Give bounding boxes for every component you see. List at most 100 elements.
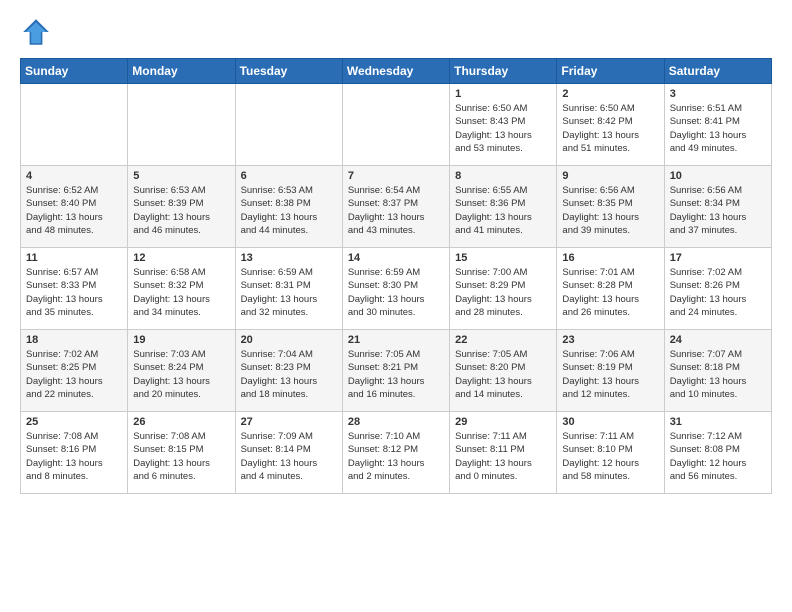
day-number: 16 xyxy=(562,252,658,264)
page: SundayMondayTuesdayWednesdayThursdayFrid… xyxy=(0,0,792,612)
day-number: 20 xyxy=(241,334,337,346)
day-info: Sunrise: 7:02 AM Sunset: 8:25 PM Dayligh… xyxy=(26,348,122,401)
calendar-table: SundayMondayTuesdayWednesdayThursdayFrid… xyxy=(20,58,772,494)
day-number: 24 xyxy=(670,334,766,346)
calendar-cell: 26 Sunrise: 7:08 AM Sunset: 8:15 PM Dayli… xyxy=(128,412,235,494)
calendar-week-row: 25 Sunrise: 7:08 AM Sunset: 8:16 PM Dayli… xyxy=(21,412,772,494)
calendar-week-row: 11 Sunrise: 6:57 AM Sunset: 8:33 PM Dayli… xyxy=(21,248,772,330)
day-number: 5 xyxy=(133,170,229,182)
day-info: Sunrise: 7:06 AM Sunset: 8:19 PM Dayligh… xyxy=(562,348,658,401)
day-info: Sunrise: 7:08 AM Sunset: 8:15 PM Dayligh… xyxy=(133,430,229,483)
day-number: 31 xyxy=(670,416,766,428)
header xyxy=(20,16,772,48)
day-number: 11 xyxy=(26,252,122,264)
calendar-cell: 16 Sunrise: 7:01 AM Sunset: 8:28 PM Dayli… xyxy=(557,248,664,330)
calendar-cell: 19 Sunrise: 7:03 AM Sunset: 8:24 PM Dayli… xyxy=(128,330,235,412)
day-info: Sunrise: 6:54 AM Sunset: 8:37 PM Dayligh… xyxy=(348,184,444,237)
day-number: 26 xyxy=(133,416,229,428)
day-info: Sunrise: 6:55 AM Sunset: 8:36 PM Dayligh… xyxy=(455,184,551,237)
calendar-cell: 9 Sunrise: 6:56 AM Sunset: 8:35 PM Daylig… xyxy=(557,166,664,248)
day-number: 6 xyxy=(241,170,337,182)
day-number: 10 xyxy=(670,170,766,182)
calendar-cell: 17 Sunrise: 7:02 AM Sunset: 8:26 PM Dayli… xyxy=(664,248,771,330)
day-info: Sunrise: 6:57 AM Sunset: 8:33 PM Dayligh… xyxy=(26,266,122,319)
day-info: Sunrise: 6:58 AM Sunset: 8:32 PM Dayligh… xyxy=(133,266,229,319)
day-number: 27 xyxy=(241,416,337,428)
calendar-cell: 30 Sunrise: 7:11 AM Sunset: 8:10 PM Dayli… xyxy=(557,412,664,494)
day-info: Sunrise: 7:05 AM Sunset: 8:21 PM Dayligh… xyxy=(348,348,444,401)
calendar-cell: 25 Sunrise: 7:08 AM Sunset: 8:16 PM Dayli… xyxy=(21,412,128,494)
weekday-header: Thursday xyxy=(450,59,557,84)
day-info: Sunrise: 6:56 AM Sunset: 8:34 PM Dayligh… xyxy=(670,184,766,237)
calendar-cell: 2Sunrise: 6:50 AM Sunset: 8:42 PM Daylig… xyxy=(557,84,664,166)
calendar-cell: 10 Sunrise: 6:56 AM Sunset: 8:34 PM Dayli… xyxy=(664,166,771,248)
weekday-header: Tuesday xyxy=(235,59,342,84)
logo xyxy=(20,16,56,48)
day-info: Sunrise: 7:04 AM Sunset: 8:23 PM Dayligh… xyxy=(241,348,337,401)
day-info: Sunrise: 7:08 AM Sunset: 8:16 PM Dayligh… xyxy=(26,430,122,483)
day-number: 21 xyxy=(348,334,444,346)
calendar-cell xyxy=(21,84,128,166)
day-info: Sunrise: 7:11 AM Sunset: 8:11 PM Dayligh… xyxy=(455,430,551,483)
calendar-week-row: 18 Sunrise: 7:02 AM Sunset: 8:25 PM Dayli… xyxy=(21,330,772,412)
day-info: Sunrise: 6:50 AM Sunset: 8:43 PM Dayligh… xyxy=(455,102,551,155)
day-info: Sunrise: 7:03 AM Sunset: 8:24 PM Dayligh… xyxy=(133,348,229,401)
calendar-cell xyxy=(235,84,342,166)
calendar-cell: 1 Sunrise: 6:50 AM Sunset: 8:43 PM Daylig… xyxy=(450,84,557,166)
calendar-cell: 22Sunrise: 7:05 AM Sunset: 8:20 PM Dayli… xyxy=(450,330,557,412)
day-info: Sunrise: 7:11 AM Sunset: 8:10 PM Dayligh… xyxy=(562,430,658,483)
day-info: Sunrise: 6:53 AM Sunset: 8:39 PM Dayligh… xyxy=(133,184,229,237)
day-info: Sunrise: 6:53 AM Sunset: 8:38 PM Dayligh… xyxy=(241,184,337,237)
calendar-cell: 28 Sunrise: 7:10 AM Sunset: 8:12 PM Dayli… xyxy=(342,412,449,494)
day-number: 13 xyxy=(241,252,337,264)
calendar-cell: 12 Sunrise: 6:58 AM Sunset: 8:32 PM Dayli… xyxy=(128,248,235,330)
weekday-header: Sunday xyxy=(21,59,128,84)
day-number: 2 xyxy=(562,88,658,100)
calendar-cell: 18 Sunrise: 7:02 AM Sunset: 8:25 PM Dayli… xyxy=(21,330,128,412)
calendar-cell: 8 Sunrise: 6:55 AM Sunset: 8:36 PM Daylig… xyxy=(450,166,557,248)
day-number: 1 xyxy=(455,88,551,100)
weekday-header: Wednesday xyxy=(342,59,449,84)
day-number: 3 xyxy=(670,88,766,100)
day-number: 9 xyxy=(562,170,658,182)
day-number: 17 xyxy=(670,252,766,264)
calendar-week-row: 4Sunrise: 6:52 AM Sunset: 8:40 PM Daylig… xyxy=(21,166,772,248)
day-number: 7 xyxy=(348,170,444,182)
day-number: 19 xyxy=(133,334,229,346)
day-info: Sunrise: 7:09 AM Sunset: 8:14 PM Dayligh… xyxy=(241,430,337,483)
day-info: Sunrise: 7:10 AM Sunset: 8:12 PM Dayligh… xyxy=(348,430,444,483)
day-number: 12 xyxy=(133,252,229,264)
day-number: 30 xyxy=(562,416,658,428)
day-info: Sunrise: 6:52 AM Sunset: 8:40 PM Dayligh… xyxy=(26,184,122,237)
calendar-cell: 11 Sunrise: 6:57 AM Sunset: 8:33 PM Dayli… xyxy=(21,248,128,330)
calendar-week-row: 1 Sunrise: 6:50 AM Sunset: 8:43 PM Daylig… xyxy=(21,84,772,166)
calendar-cell: 31 Sunrise: 7:12 AM Sunset: 8:08 PM Dayli… xyxy=(664,412,771,494)
day-number: 28 xyxy=(348,416,444,428)
day-number: 8 xyxy=(455,170,551,182)
calendar-cell: 4Sunrise: 6:52 AM Sunset: 8:40 PM Daylig… xyxy=(21,166,128,248)
weekday-header: Monday xyxy=(128,59,235,84)
calendar-cell: 13Sunrise: 6:59 AM Sunset: 8:31 PM Dayli… xyxy=(235,248,342,330)
calendar-cell: 21 Sunrise: 7:05 AM Sunset: 8:21 PM Dayli… xyxy=(342,330,449,412)
calendar-cell: 15Sunrise: 7:00 AM Sunset: 8:29 PM Dayli… xyxy=(450,248,557,330)
logo-icon xyxy=(20,16,52,48)
day-info: Sunrise: 6:56 AM Sunset: 8:35 PM Dayligh… xyxy=(562,184,658,237)
calendar-cell: 29 Sunrise: 7:11 AM Sunset: 8:11 PM Dayli… xyxy=(450,412,557,494)
day-number: 22 xyxy=(455,334,551,346)
header-row: SundayMondayTuesdayWednesdayThursdayFrid… xyxy=(21,59,772,84)
day-number: 18 xyxy=(26,334,122,346)
weekday-header: Saturday xyxy=(664,59,771,84)
day-number: 29 xyxy=(455,416,551,428)
calendar-cell: 14Sunrise: 6:59 AM Sunset: 8:30 PM Dayli… xyxy=(342,248,449,330)
calendar-cell: 24Sunrise: 7:07 AM Sunset: 8:18 PM Dayli… xyxy=(664,330,771,412)
day-number: 25 xyxy=(26,416,122,428)
day-info: Sunrise: 7:12 AM Sunset: 8:08 PM Dayligh… xyxy=(670,430,766,483)
day-info: Sunrise: 7:02 AM Sunset: 8:26 PM Dayligh… xyxy=(670,266,766,319)
day-info: Sunrise: 7:01 AM Sunset: 8:28 PM Dayligh… xyxy=(562,266,658,319)
calendar-cell: 3 Sunrise: 6:51 AM Sunset: 8:41 PM Daylig… xyxy=(664,84,771,166)
calendar-cell xyxy=(128,84,235,166)
day-number: 23 xyxy=(562,334,658,346)
calendar-cell: 7 Sunrise: 6:54 AM Sunset: 8:37 PM Daylig… xyxy=(342,166,449,248)
day-info: Sunrise: 6:51 AM Sunset: 8:41 PM Dayligh… xyxy=(670,102,766,155)
calendar-cell: 6 Sunrise: 6:53 AM Sunset: 8:38 PM Daylig… xyxy=(235,166,342,248)
